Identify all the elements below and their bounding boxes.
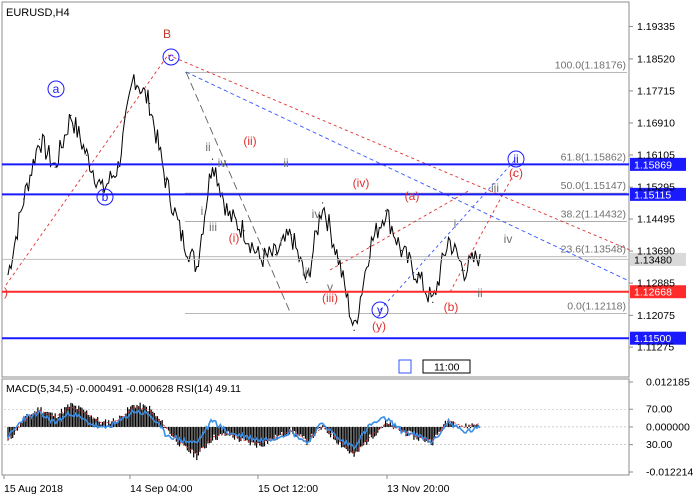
wave-label: )	[4, 285, 8, 299]
wave-label: iv	[504, 232, 513, 246]
symbol-label: EURUSD,H4	[6, 7, 70, 19]
price-point	[463, 269, 465, 272]
price-point	[54, 166, 56, 168]
fib-level-label: 61.8(1.15862)	[561, 152, 626, 164]
wave-label: (ii)	[243, 134, 256, 148]
wave-label: iii	[491, 181, 499, 195]
price-point	[117, 166, 119, 168]
price-point	[243, 230, 245, 232]
price-tick-label: 1.14495	[637, 214, 675, 226]
indicator-label: MACD(5,34,5) -0.000491 -0.000628 RSI(14)…	[6, 383, 241, 395]
wave-label: (b)	[444, 300, 459, 314]
wave-label: B	[163, 27, 171, 41]
wave-label: v	[327, 280, 333, 294]
price-point	[133, 75, 135, 77]
price-point	[23, 198, 25, 200]
price-tick-label: 1.19335	[637, 21, 675, 33]
wave-label: (y)	[372, 319, 386, 333]
wave-label: c	[168, 50, 174, 64]
price-tick-label: 1.17715	[637, 85, 675, 97]
price-point	[479, 254, 481, 256]
price-point	[400, 250, 402, 252]
price-point	[306, 281, 308, 284]
fib-level-label: 50.0(1.15147)	[561, 180, 626, 192]
wave-label: (i)	[229, 231, 240, 245]
time-axis: 15 Aug 2018 14 Sep 04:00 15 Oct 12:00 13 No…	[3, 475, 450, 495]
price-tick-label: 1.16105	[637, 149, 675, 161]
price-point	[385, 210, 387, 212]
price-point	[274, 254, 277, 256]
time-tick-label: 14 Sep 04:00	[130, 483, 193, 495]
wave-label: ii	[283, 156, 288, 170]
wave-label: y	[377, 303, 383, 317]
indicator-tick-label: 0.000000	[646, 421, 690, 433]
time-tick-label: 15 Aug 2018	[4, 483, 63, 495]
fib-level-label: 38.2(1.14432)	[561, 209, 626, 221]
price-point	[369, 246, 371, 248]
price-point	[227, 214, 229, 216]
price-point	[211, 158, 214, 160]
price-point	[38, 138, 41, 140]
price-axis: 1.19335 1.18520 1.17715 1.16910 1.16105 1.152…	[629, 21, 675, 354]
price-point	[180, 234, 182, 236]
wave-label: a	[53, 82, 60, 96]
wave-label: ii	[477, 286, 482, 300]
wave-label: iv	[312, 207, 321, 221]
wave-label: iii	[209, 220, 217, 234]
wave-label: b	[102, 190, 109, 204]
time-tick-label: 15 Oct 12:00	[258, 483, 318, 495]
fib-level-label: 23.6(1.13548)	[561, 244, 626, 256]
price-point	[164, 178, 166, 180]
price-tick-label: 1.18520	[637, 53, 675, 65]
indicator-axis: 0.012185 70.00 0.000000 30.00 -0.012214	[629, 377, 693, 479]
timeframe-box[interactable]: 11:00	[398, 359, 471, 374]
price-point	[7, 273, 9, 276]
price-point	[70, 114, 72, 116]
wave-label: i	[280, 235, 283, 249]
time-tick-label: 13 Nov 20:00	[387, 483, 450, 495]
price-tick-label: 1.13690	[637, 246, 675, 258]
wave-label: (a)	[405, 189, 420, 203]
price-point	[322, 202, 324, 204]
price-tick-label: 1.16910	[637, 117, 675, 129]
wave-label: (c)	[509, 166, 523, 180]
wave-label: i	[201, 204, 204, 218]
fib-level-label: 100.0(1.18176)	[555, 60, 626, 72]
wave-label: iv	[218, 156, 227, 170]
price-point	[149, 102, 151, 105]
price-point	[353, 329, 355, 331]
price-point	[290, 234, 292, 236]
indicator-tick-label: 70.00	[646, 404, 672, 416]
price-tick-label: 1.12075	[637, 310, 675, 322]
price-panel-frame	[1, 1, 630, 378]
indicator-tick-label: -0.012214	[646, 467, 693, 479]
chart-canvas: 100.0(1.18176) 61.8(1.15862) 50.0(1.15147)…	[1, 1, 693, 495]
wave-label: ii	[205, 140, 210, 154]
price-point	[86, 154, 88, 156]
price-tick-label: 1.11275	[637, 342, 674, 354]
indicator-tick-label: 30.00	[646, 439, 672, 451]
wave-label: iii	[302, 265, 310, 279]
price-point	[447, 238, 450, 240]
indicator-tick-label: 0.012185	[646, 377, 690, 389]
wave-label: ii	[513, 152, 518, 166]
price-point	[416, 273, 418, 276]
price-tick-label: 1.15295	[637, 182, 675, 194]
wave-label: i	[454, 217, 457, 231]
timeframe-box-label: 11:00	[434, 362, 460, 374]
wave-label: (iv)	[353, 176, 370, 190]
price-point	[432, 301, 434, 303]
fib-level-label: 0.0(1.12118)	[567, 301, 626, 313]
price-tick-label: 1.12885	[637, 278, 675, 290]
price-point	[196, 265, 198, 268]
